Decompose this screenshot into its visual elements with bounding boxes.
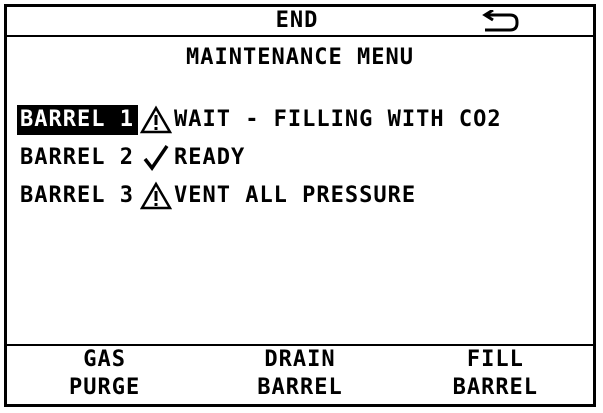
softkey-label-line2: BARREL bbox=[452, 375, 539, 400]
barrel-row-3[interactable]: BARREL 3 VENT ALL PRESSURE bbox=[17, 179, 577, 213]
checkmark-icon bbox=[143, 145, 169, 171]
back-button[interactable] bbox=[477, 8, 523, 34]
status-text: READY bbox=[173, 145, 246, 170]
softkey-label-line1: FILL bbox=[466, 347, 524, 372]
barrel-list: BARREL 1 WAIT - FILLING WITH CO2 BARREL … bbox=[17, 103, 577, 217]
softkey-label-line2: BARREL bbox=[257, 375, 343, 400]
warning-icon bbox=[139, 181, 172, 210]
gas-purge-button[interactable]: GAS PURGE bbox=[7, 346, 202, 404]
status-text: WAIT - FILLING WITH CO2 bbox=[173, 107, 502, 132]
top-bar: END bbox=[7, 7, 593, 37]
softkey-label-line1: GAS bbox=[83, 347, 127, 372]
barrel-label: BARREL 1 bbox=[17, 105, 138, 135]
warning-icon bbox=[139, 105, 172, 134]
softkey-label-line2: PURGE bbox=[69, 375, 141, 400]
fill-barrel-button[interactable]: FILL BARREL bbox=[398, 346, 593, 404]
barrel-label: BARREL 2 bbox=[20, 145, 134, 170]
softkey-bar: GAS PURGE DRAIN BARREL FILL BARREL bbox=[7, 344, 593, 404]
drain-barrel-button[interactable]: DRAIN BARREL bbox=[202, 346, 397, 404]
softkey-label-line1: DRAIN bbox=[264, 347, 336, 372]
status-text: VENT ALL PRESSURE bbox=[173, 183, 417, 208]
barrel-row-2[interactable]: BARREL 2 READY bbox=[17, 141, 577, 175]
end-button[interactable]: END bbox=[227, 7, 367, 35]
page-title: MAINTENANCE MENU bbox=[186, 45, 414, 70]
barrel-label: BARREL 3 bbox=[20, 183, 134, 208]
display-screen: END MAINTENANCE MENU BARREL 1 WAIT - FIL… bbox=[4, 4, 596, 407]
barrel-row-1[interactable]: BARREL 1 WAIT - FILLING WITH CO2 bbox=[17, 103, 577, 137]
back-arrow-icon bbox=[482, 8, 519, 32]
